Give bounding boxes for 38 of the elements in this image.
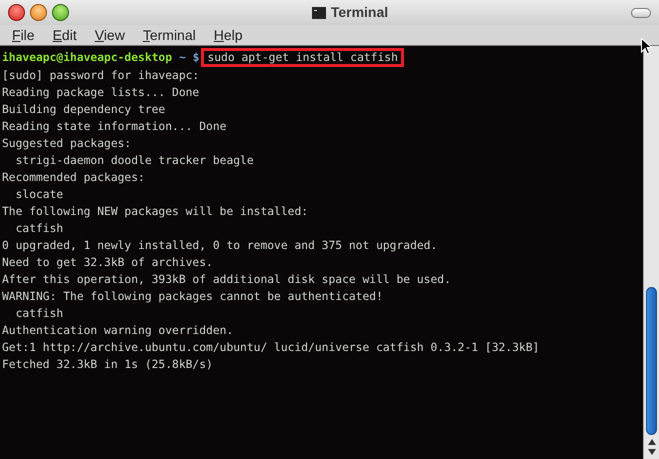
output-line: Recommended packages:	[2, 170, 145, 186]
terminal-icon	[312, 6, 326, 18]
toolbar-toggle-button[interactable]	[631, 8, 651, 18]
menu-item[interactable]: Terminal	[136, 28, 202, 42]
prompt-path: ~ $	[179, 50, 200, 66]
output-line: Get:1 http://archive.ubuntu.com/ubuntu/ lucid/universe catfish 0.3.2-1 [32.3kB]	[2, 340, 540, 356]
output-line: Suggested packages:	[2, 136, 132, 152]
output-line: Fetched 32.3kB in 1s (25.8kB/s)	[2, 357, 213, 373]
output-line: After this operation, 393kB of additional disk space will be used.	[2, 272, 451, 288]
output-line: 0 upgraded, 1 newly installed, 0 to remove and 375 not upgraded.	[2, 238, 438, 254]
scrollbar-thumb[interactable]	[646, 287, 657, 435]
output-line: [sudo] password for ihaveapc:	[2, 68, 200, 84]
window-title: Terminal	[330, 3, 388, 22]
output-line: Reading state information... Done	[2, 119, 226, 135]
menu-item[interactable]: View	[88, 28, 131, 42]
menu-item[interactable]: File	[6, 28, 41, 42]
prompt-user: ihaveapc@ihaveapc-desktop	[2, 50, 172, 66]
command-text: sudo apt-get install catfish	[201, 48, 404, 67]
menu-item[interactable]: Edit	[46, 28, 83, 42]
output-line: Reading package lists... Done	[2, 85, 200, 101]
mouse-pointer-icon	[641, 38, 652, 55]
output-line: strigi-daemon doodle tracker beagle	[14, 153, 254, 169]
scroll-up-icon[interactable]	[648, 439, 656, 445]
output-line: slocate	[14, 187, 64, 203]
output-line: Authentication warning overridden.	[2, 323, 234, 339]
scroll-down-icon[interactable]	[648, 449, 656, 455]
output-line: WARNING: The following packages cannot be authenticated!	[2, 289, 383, 305]
output-line: Need to get 32.3kB of archives.	[2, 255, 213, 271]
output-line: catfish	[14, 306, 64, 322]
output-line: The following NEW packages will be installed:	[2, 204, 308, 220]
minimize-button[interactable]	[30, 4, 47, 21]
output-line: Building dependency tree	[2, 102, 166, 118]
scrollbar[interactable]	[643, 46, 659, 459]
output-line: catfish	[14, 221, 64, 237]
terminal-area[interactable]	[0, 46, 643, 459]
maximize-button[interactable]	[52, 4, 69, 21]
close-button[interactable]	[8, 4, 25, 21]
menu-item[interactable]: Help	[208, 28, 249, 42]
